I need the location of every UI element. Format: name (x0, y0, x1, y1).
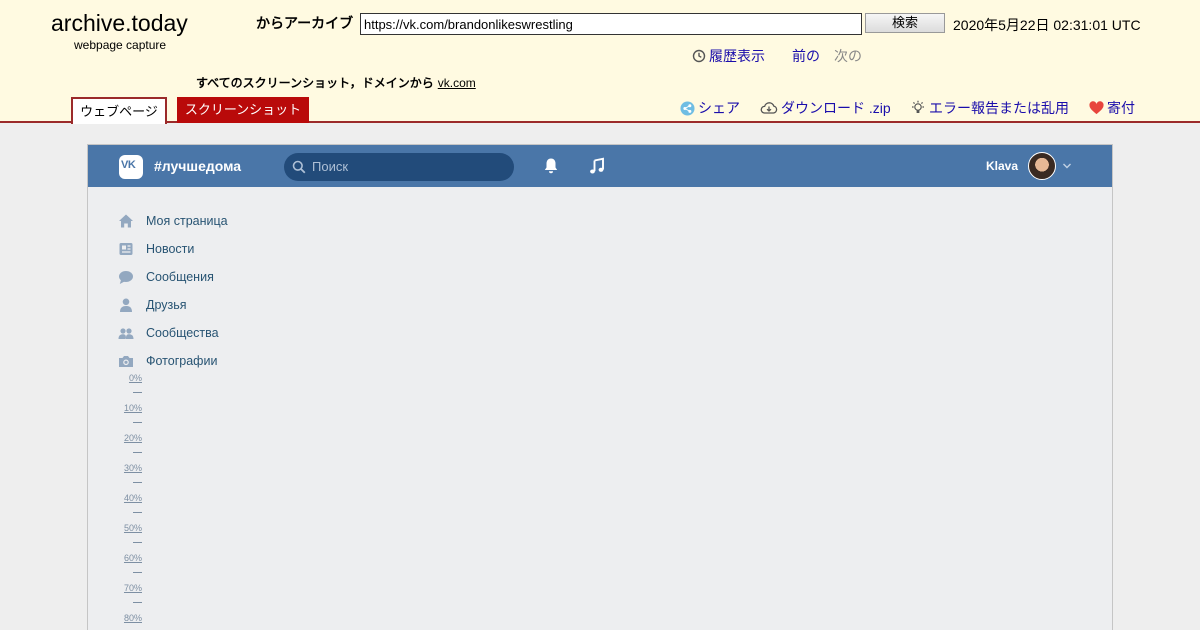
cloud-download-icon (760, 102, 778, 114)
url-input[interactable] (360, 13, 862, 35)
next-link: 次の (834, 48, 862, 64)
scale-row[interactable]: 70% (120, 583, 142, 613)
scale-tick (133, 572, 142, 573)
sidebar-item-friends[interactable]: Друзья (118, 291, 228, 319)
search-button[interactable]: 検索 (865, 13, 945, 33)
sidebar-item-photos[interactable]: Фотографии (118, 347, 228, 375)
archive-logo-subtitle: webpage capture (74, 38, 167, 52)
share-link[interactable]: シェア (680, 98, 740, 118)
lightbulb-icon (912, 100, 924, 113)
clock-icon (692, 49, 706, 63)
messages-icon (119, 271, 133, 284)
avatar[interactable] (1028, 152, 1056, 180)
vk-hashtag-title[interactable]: #лучшедома (154, 158, 241, 174)
report-link[interactable]: エラー報告または乱用 (910, 98, 1069, 118)
scale-label: 70% (123, 583, 142, 593)
report-label: エラー報告または乱用 (929, 100, 1069, 116)
domain-link[interactable]: vk.com (438, 76, 476, 90)
archive-header: archive.today webpage capture からアーカイブ 検索… (0, 0, 1200, 124)
share-icon (680, 100, 695, 116)
sidebar-item-label: Фотографии (146, 354, 218, 368)
vk-user-name[interactable]: Klava (986, 159, 1018, 173)
vk-search-placeholder: Поиск (312, 159, 349, 174)
vk-logo[interactable]: VK (119, 155, 143, 179)
chevron-down-icon[interactable] (1062, 162, 1072, 170)
news-icon (119, 243, 133, 255)
history-link[interactable]: 履歴表示 (692, 46, 765, 66)
scale-label: 50% (123, 523, 142, 533)
scale-label: 30% (123, 463, 142, 473)
donate-link[interactable]: 寄付 (1089, 98, 1135, 118)
scale-label: 40% (123, 493, 142, 503)
vk-header: VK #лучшедома Поиск Klava (88, 145, 1112, 187)
scale-label: 60% (123, 553, 142, 563)
home-icon (119, 214, 133, 228)
scale-row[interactable]: 60% (120, 553, 142, 583)
sidebar-item-my-page[interactable]: Моя страница (118, 207, 228, 235)
prev-link[interactable]: 前の (792, 46, 820, 66)
archived-page-frame: VK #лучшедома Поиск Klava Моя страница Н… (87, 144, 1113, 630)
sidebar-item-label: Друзья (146, 298, 187, 312)
sidebar-item-label: Новости (146, 242, 195, 256)
scale-label: 80% (123, 613, 142, 623)
music-icon[interactable] (588, 157, 606, 175)
scale-row[interactable]: 30% (120, 463, 142, 493)
all-screenshots-text: すべてのスクリーンショット，ドメインから vk.com (196, 74, 476, 91)
history-label: 履歴表示 (709, 48, 765, 64)
scale-tick (133, 512, 142, 513)
camera-icon (119, 356, 133, 367)
tab-webpage[interactable]: ウェブページ (71, 97, 167, 124)
download-link[interactable]: ダウンロード .zip (760, 98, 891, 118)
donate-label: 寄付 (1107, 100, 1135, 116)
scale-tick (133, 542, 142, 543)
scale-tick (133, 602, 142, 603)
scale-label: 20% (123, 433, 142, 443)
sidebar-item-label: Сообщества (146, 326, 219, 340)
groups-icon (118, 328, 134, 339)
tab-screenshot[interactable]: スクリーンショット (177, 97, 309, 123)
all-screenshots-label: すべてのスクリーンショット，ドメインから (196, 76, 434, 90)
vk-logo-text: VK (121, 159, 136, 171)
sidebar-item-messages[interactable]: Сообщения (118, 263, 228, 291)
archive-logo[interactable]: archive.today (51, 10, 188, 37)
capture-date: 2020年5月22日 02:31:01 UTC (953, 17, 1141, 33)
scale-tick (133, 482, 142, 483)
scale-row[interactable]: 10% (120, 403, 142, 433)
vk-search-input[interactable]: Поиск (284, 153, 514, 181)
scale-tick (133, 422, 142, 423)
sidebar-item-communities[interactable]: Сообщества (118, 319, 228, 347)
sidebar-item-label: Сообщения (146, 270, 214, 284)
vk-sidebar-menu: Моя страница Новости Сообщения Друзья Со… (118, 207, 228, 375)
scale-row[interactable]: 0% (120, 373, 142, 403)
download-label: ダウンロード .zip (781, 100, 891, 116)
bell-icon[interactable] (542, 157, 560, 175)
scale-tick (133, 452, 142, 453)
scale-row[interactable]: 40% (120, 493, 142, 523)
search-icon (292, 160, 306, 174)
scale-label: 0% (128, 373, 142, 383)
scale-row[interactable]: 50% (120, 523, 142, 553)
heart-icon (1089, 101, 1104, 115)
share-label: シェア (698, 100, 740, 116)
scroll-position-scale: 0% 10% 20% 30% 40% 50% 60% 70% 80% (120, 373, 142, 630)
scale-label: 10% (123, 403, 142, 413)
sidebar-item-label: Моя страница (146, 214, 228, 228)
archive-from-label: からアーカイブ (256, 15, 354, 31)
sidebar-item-news[interactable]: Новости (118, 235, 228, 263)
friend-icon (120, 298, 132, 312)
scale-tick (133, 392, 142, 393)
scale-row[interactable]: 20% (120, 433, 142, 463)
scale-row[interactable]: 80% (120, 613, 142, 630)
